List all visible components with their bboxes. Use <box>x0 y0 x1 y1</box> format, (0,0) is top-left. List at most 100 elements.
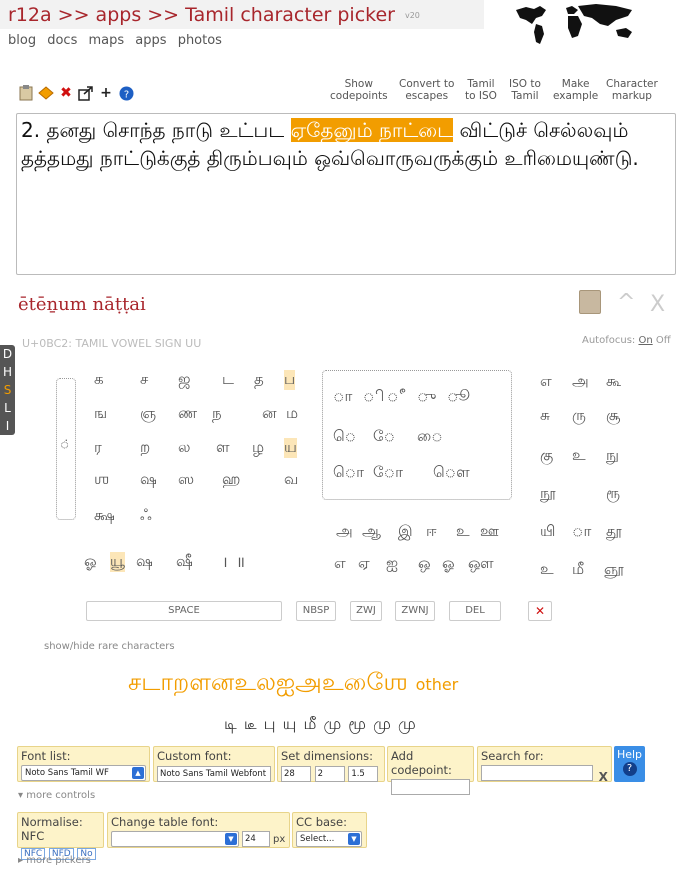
vowel-key[interactable]: உ <box>456 522 470 542</box>
char-key[interactable]: ஓ <box>84 552 97 572</box>
vowel-key[interactable]: ஓ <box>442 554 455 574</box>
search-input[interactable] <box>481 765 593 781</box>
vowel-sign[interactable]: ொ <box>333 463 364 483</box>
char-key[interactable]: கு <box>540 446 553 466</box>
char-key[interactable]: கூ <box>606 372 621 392</box>
dimension-input-1[interactable]: 28 <box>281 766 311 782</box>
char-key[interactable]: ட <box>222 370 234 390</box>
char-key[interactable]: தூ <box>606 522 622 542</box>
nav-photos[interactable]: photos <box>178 33 222 48</box>
char-key[interactable]: ஸ <box>178 470 194 490</box>
vowel-sign[interactable]: ௌ <box>433 463 470 483</box>
char-key[interactable]: க்ஷ <box>94 506 115 526</box>
char-key[interactable]: ய <box>284 438 297 458</box>
dimension-input-3[interactable]: 1.5 <box>348 766 379 782</box>
char-key[interactable]: ஞூ <box>604 560 624 580</box>
eraser-icon[interactable] <box>38 85 54 101</box>
char-key[interactable]: எ <box>540 372 552 392</box>
char-key[interactable]: உ <box>572 446 586 466</box>
autofocus-toggle[interactable]: Autofocus: On Off <box>582 335 671 346</box>
world-map-icon[interactable] <box>512 2 644 46</box>
vowel-key[interactable]: ஏ <box>358 554 370 574</box>
clipboard-icon[interactable] <box>18 85 34 101</box>
combined-chars-row[interactable]: டி டீ பு யு மீ மு மூ மு மு <box>224 714 417 735</box>
char-key[interactable]: ன <box>262 404 277 424</box>
vowel-key[interactable]: எ <box>334 554 346 574</box>
char-key[interactable]: ப <box>284 370 296 390</box>
add-codepoint-input[interactable] <box>391 779 470 795</box>
char-key[interactable]: ரூ <box>606 484 620 504</box>
char-key[interactable]: ழ <box>252 438 264 458</box>
vowel-key[interactable]: ஐ <box>386 554 398 574</box>
custom-font-input[interactable]: Noto Sans Tamil Webfont <box>157 766 271 782</box>
char-key[interactable]: ம <box>286 404 298 424</box>
virama-box[interactable]: ் <box>56 378 76 520</box>
char-key[interactable]: ள <box>216 438 230 458</box>
char-key[interactable]: ஷீ <box>176 552 193 572</box>
tab-i[interactable]: I <box>0 417 15 435</box>
make-example-button[interactable]: Make example <box>553 78 598 102</box>
char-key[interactable]: । <box>222 552 228 572</box>
more-pickers-link[interactable]: ▸ more pickers <box>18 855 91 866</box>
char-key[interactable]: ந <box>212 404 222 424</box>
delete-icon[interactable]: ✖ <box>58 85 74 101</box>
char-key[interactable]: யூ <box>110 552 125 572</box>
nav-maps[interactable]: maps <box>89 33 125 48</box>
vowel-key[interactable]: ஔ <box>468 554 494 574</box>
zwj-button[interactable]: ZWJ <box>350 601 382 621</box>
tab-h[interactable]: H <box>0 363 15 381</box>
char-key[interactable]: ஷ <box>136 552 153 572</box>
vowel-sign[interactable]: ை <box>417 427 443 447</box>
rare-chars-row[interactable]: சடாறளனஉலஐஅஉஶேை other <box>128 668 458 699</box>
zwnj-button[interactable]: ZWNJ <box>395 601 435 621</box>
char-key[interactable]: ஶ <box>94 470 109 490</box>
character-markup-button[interactable]: Character markup <box>606 78 658 102</box>
vowel-key[interactable]: அ <box>336 522 353 542</box>
vowel-sign[interactable]: ெ <box>333 427 356 447</box>
other-link[interactable]: other <box>416 675 459 694</box>
help-button[interactable]: Help? <box>614 746 645 782</box>
help-icon[interactable]: ? <box>118 85 134 101</box>
vowel-sign[interactable]: ு <box>417 387 436 407</box>
char-key[interactable]: ஞ <box>140 404 156 424</box>
table-font-select[interactable]: ▼ <box>111 831 239 847</box>
vowel-key[interactable]: ஈ <box>426 522 437 542</box>
show-codepoints-button[interactable]: Show codepoints <box>330 78 388 102</box>
share-icon[interactable] <box>78 85 94 101</box>
close-icon[interactable]: X <box>650 292 665 317</box>
chevron-up-icon[interactable]: ^ <box>617 290 635 315</box>
tamil-to-iso-button[interactable]: Tamil to ISO <box>465 78 497 102</box>
text-editor[interactable]: 2. தனது சொந்த நாடு உட்பட ஏதேனும் நாட்டை … <box>16 113 676 275</box>
nbsp-button[interactable]: NBSP <box>296 601 336 621</box>
char-key[interactable]: நு <box>606 446 619 466</box>
nav-apps[interactable]: apps <box>135 33 166 48</box>
vowel-sign[interactable]: ோ <box>373 463 403 483</box>
table-font-size-input[interactable]: 24 <box>242 831 270 847</box>
char-key[interactable]: சு <box>540 406 550 426</box>
cc-base-select[interactable]: Select... ▼ <box>296 831 362 847</box>
vowel-sign[interactable]: ே <box>373 427 395 447</box>
char-key[interactable]: ஷ <box>140 470 157 490</box>
char-key[interactable]: ா <box>572 522 591 542</box>
more-controls-link[interactable]: ▾ more controls <box>18 790 95 801</box>
clear-button[interactable]: ✕ <box>528 601 552 621</box>
vowel-sign[interactable]: ூ <box>447 387 470 407</box>
char-key[interactable]: நூ <box>540 484 556 504</box>
char-key[interactable]: க <box>94 370 104 390</box>
tab-l[interactable]: L <box>0 399 15 417</box>
char-key[interactable]: ற <box>140 438 150 458</box>
char-key[interactable]: ॥ <box>236 552 245 572</box>
dimension-input-2[interactable]: 2 <box>314 766 345 782</box>
char-key[interactable]: வ <box>284 470 298 490</box>
tab-s[interactable]: S <box>0 381 15 399</box>
char-key[interactable]: உ <box>540 560 554 580</box>
char-key[interactable]: ண <box>178 404 197 424</box>
char-key[interactable]: த <box>254 370 264 390</box>
char-key[interactable]: ச <box>140 370 148 390</box>
vowel-key[interactable]: ஆ <box>362 522 381 542</box>
nav-blog[interactable]: blog <box>8 33 36 48</box>
del-button[interactable]: DEL <box>449 601 501 621</box>
char-key[interactable]: மீ <box>572 560 584 580</box>
char-key[interactable]: ங <box>94 404 107 424</box>
copy-transliteration-icon[interactable] <box>579 290 601 314</box>
